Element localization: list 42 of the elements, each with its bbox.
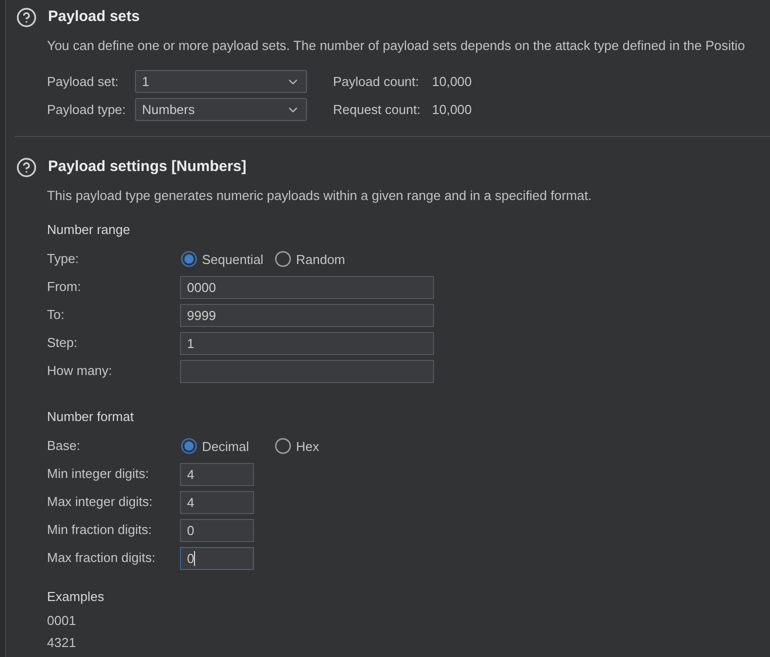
count-value: 10,000 (432, 100, 472, 118)
group-title: Number format (47, 408, 134, 426)
help-icon[interactable] (16, 6, 37, 28)
input-field[interactable]: 4 (180, 490, 254, 514)
field-label: Payload type: (47, 100, 126, 118)
group-title: Examples (47, 588, 104, 606)
section-heading: Payload settings [Numbers] (48, 157, 246, 177)
field-label: From: (47, 278, 81, 296)
input-field[interactable] (180, 360, 434, 382)
example-value: 0001 (47, 612, 76, 630)
radio-option[interactable]: Sequential (181, 251, 264, 267)
field-label: Base: (47, 437, 80, 455)
count-label: Payload count: (333, 72, 420, 90)
dropdown[interactable]: 1 (135, 70, 307, 93)
input-field[interactable]: 4 (180, 462, 254, 486)
help-icon[interactable] (16, 156, 37, 178)
section-description: You can define one or more payload sets. The number of payload sets depends on the attack type defined in the Positio (47, 37, 746, 55)
section-description: This payload type generates numeric payloads within a given range and in a specified format. (47, 187, 593, 205)
group-title: Number range (47, 221, 130, 239)
radio-option[interactable]: Hex (275, 438, 320, 454)
field-label: Step: (47, 334, 78, 352)
input-field[interactable]: 0 (180, 546, 254, 570)
input-field[interactable]: 0000 (180, 276, 434, 298)
example-value: 4321 (47, 634, 76, 652)
field-label: Payload set: (47, 72, 119, 90)
field-label: Min integer digits: (47, 465, 149, 483)
field-label: How many: (47, 362, 112, 380)
section-heading: Payload sets (48, 7, 140, 27)
count-label: Request count: (333, 100, 420, 118)
count-value: 10,000 (432, 72, 472, 90)
dropdown[interactable]: Numbers (135, 98, 307, 121)
input-field[interactable]: 9999 (180, 304, 434, 326)
field-label: Min fraction digits: (47, 521, 152, 539)
field-label: To: (47, 306, 64, 324)
field-label: Max fraction digits: (47, 549, 156, 567)
field-label: Max integer digits: (47, 493, 152, 511)
radio-option[interactable]: Random (275, 251, 346, 267)
input-field[interactable]: 0 (180, 518, 254, 542)
text-cursor-icon (194, 550, 196, 566)
radio-option[interactable]: Decimal (181, 438, 249, 454)
input-field[interactable]: 1 (180, 332, 434, 354)
field-label: Type: (47, 250, 79, 268)
